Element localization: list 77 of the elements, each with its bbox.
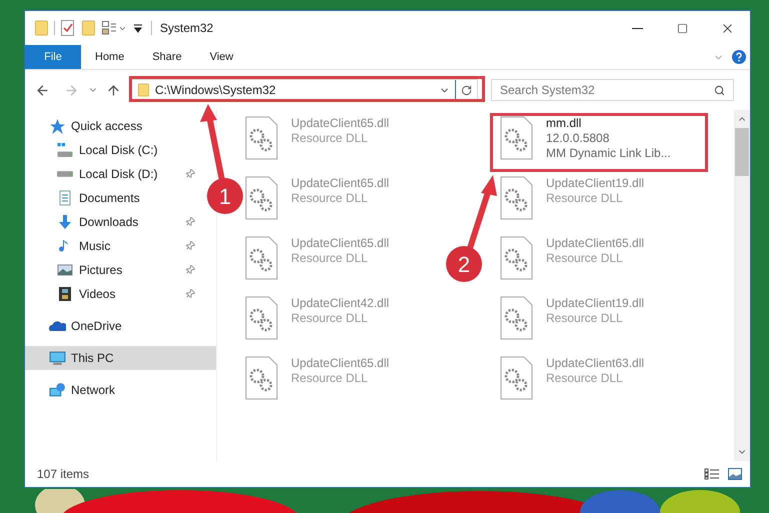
help-icon[interactable] <box>732 50 746 64</box>
gear-file-icon <box>500 116 533 160</box>
picture-icon <box>57 262 73 278</box>
search-field[interactable]: Search System32 <box>491 79 734 101</box>
nav-item[interactable]: Network <box>25 378 199 402</box>
gear-file-icon <box>245 356 278 400</box>
window-title: System32 <box>160 20 214 37</box>
monitor-icon <box>49 350 66 366</box>
network-icon <box>49 382 66 398</box>
ribbon-tab[interactable]: Home <box>81 45 138 69</box>
file-name: mm.dll <box>546 116 582 131</box>
properties-icon <box>102 21 116 35</box>
file-detail: Resource DLL <box>546 371 624 386</box>
gear-file-icon <box>500 236 533 280</box>
folder-icon <box>138 83 149 97</box>
folder-icon <box>35 20 48 36</box>
search-input[interactable]: Search System32 <box>500 81 714 99</box>
star-icon <box>49 118 66 134</box>
checklist-icon <box>61 20 74 36</box>
file-detail: 12.0.0.5808 <box>546 131 610 146</box>
item-count: 107 items <box>37 466 90 483</box>
nav-item[interactable]: This PC <box>25 346 216 370</box>
customize-toolbar-icon[interactable] <box>133 23 143 33</box>
file-name: UpdateClient65.dll <box>546 236 644 251</box>
file-name: UpdateClient42.dll <box>291 296 390 311</box>
file-name: UpdateClient19.dll <box>546 176 644 191</box>
gear-file-icon <box>245 176 278 220</box>
maximize-icon <box>677 22 688 34</box>
nav-item[interactable]: Local Disk (D:) <box>25 162 199 186</box>
nav-item[interactable]: OneDrive <box>25 314 199 338</box>
nav-item[interactable]: Documents <box>25 186 199 210</box>
gear-file-icon <box>500 356 533 400</box>
nav-item[interactable]: Local Disk (C:) <box>25 138 199 162</box>
gear-file-icon <box>245 296 278 340</box>
file-name: UpdateClient63.dll <box>546 356 644 371</box>
drive-icon <box>57 143 73 157</box>
nav-item[interactable]: Videos <box>25 282 199 306</box>
address-field[interactable]: C:\Windows\System32 <box>131 79 478 101</box>
file-name: UpdateClient65.dll <box>291 356 390 371</box>
folder-icon <box>82 20 95 36</box>
drive-icon <box>57 171 73 177</box>
address-path: C:\Windows\System32 <box>155 82 276 99</box>
film-icon <box>57 286 73 302</box>
file-name: UpdateClient65.dll <box>291 236 390 251</box>
file-detail: Resource DLL <box>291 131 369 146</box>
file-name: UpdateClient19.dll <box>546 296 644 311</box>
ribbon-tab[interactable]: Share <box>138 45 196 69</box>
download-arrow-icon <box>57 214 73 230</box>
file-detail: Resource DLL <box>546 191 624 206</box>
details-view-icon[interactable] <box>704 468 720 480</box>
file-detail: Resource DLL <box>546 311 624 326</box>
scrollbar[interactable] <box>734 110 750 461</box>
cloud-icon <box>49 321 66 331</box>
gear-file-icon <box>500 296 533 340</box>
ribbon-tab[interactable]: View <box>196 45 248 69</box>
file-detail: Resource DLL <box>291 251 369 266</box>
nav-item[interactable]: Downloads <box>25 210 199 234</box>
gear-file-icon <box>245 236 278 280</box>
file-name: UpdateClient65.dll <box>291 116 390 131</box>
file-tile[interactable]: mm.dll 12.0.0.5808 MM Dynamic Link Lib... <box>500 116 671 160</box>
file-detail: MM Dynamic Link Lib... <box>546 146 671 161</box>
file-name: UpdateClient65.dll <box>291 176 390 191</box>
gear-file-icon <box>245 116 278 160</box>
search-icon <box>714 84 725 96</box>
file-detail: Resource DLL <box>291 191 369 206</box>
file-detail: Resource DLL <box>546 251 624 266</box>
document-icon <box>57 190 73 206</box>
file-detail: Resource DLL <box>291 371 369 386</box>
scroll-thumb[interactable] <box>735 128 749 176</box>
ribbon-tab[interactable]: File <box>25 45 81 69</box>
large-icons-view-icon[interactable] <box>728 468 742 480</box>
refresh-icon[interactable] <box>461 84 472 96</box>
nav-item[interactable]: Music <box>25 234 199 258</box>
file-detail: Resource DLL <box>291 311 369 326</box>
gear-file-icon <box>500 176 533 220</box>
nav-item[interactable]: Quick access <box>25 114 199 138</box>
nav-item[interactable]: Pictures <box>25 258 199 282</box>
